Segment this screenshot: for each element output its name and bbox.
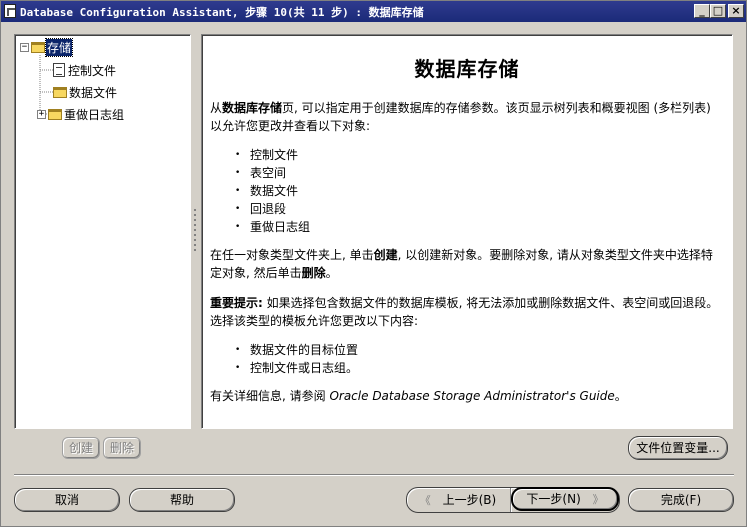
list-item: 回退段 [235, 200, 310, 218]
object-list: 控制文件 表空间 数据文件 回退段 重做日志组 [235, 146, 310, 236]
collapse-icon[interactable]: − [20, 42, 29, 52]
help-button[interactable]: 帮助 [129, 488, 235, 512]
app-icon [4, 4, 16, 18]
tree-node-label[interactable]: 数据文件 [68, 84, 118, 101]
list-item: 控制文件或日志组。 [235, 359, 358, 377]
create-button[interactable]: 创建 [62, 437, 100, 459]
list-item: 表空间 [235, 164, 310, 182]
list-item: 数据文件的目标位置 [235, 341, 358, 359]
storage-tree[interactable]: − 存储 控制文件 数据文件 + 重做日志组 [14, 34, 191, 429]
next-button[interactable]: 下一步(N) 》 [511, 487, 619, 511]
changeable-list: 数据文件的目标位置 控制文件或日志组。 [235, 341, 358, 377]
folder-open-icon [31, 41, 45, 53]
close-button[interactable]: × [728, 4, 744, 18]
folder-icon [48, 108, 62, 120]
tree-node-label[interactable]: 存储 [44, 37, 74, 57]
file-location-variables-button[interactable]: 文件位置变量... [628, 436, 728, 460]
maximize-button[interactable]: □ [710, 4, 726, 18]
help-content-panel: 数据库存储 从数据库存储页, 可以指定用于创建数据库的存储参数。该页显示树列表和… [201, 34, 733, 429]
delete-button[interactable]: 删除 [103, 437, 141, 459]
back-button[interactable]: 《 上一步(B) [407, 488, 509, 512]
next-arrow-icon: 》 [592, 493, 604, 506]
minimize-button[interactable]: _ [694, 4, 710, 18]
document-icon [53, 63, 65, 77]
tree-node-control-files[interactable]: 控制文件 [53, 61, 117, 79]
intro-paragraph: 从数据库存储页, 可以指定用于创建数据库的存储参数。该页显示树列表和概要视图 (… [210, 101, 711, 133]
tree-node-label[interactable]: 控制文件 [67, 62, 117, 79]
page-title: 数据库存储 [414, 57, 520, 81]
tree-node-label[interactable]: 重做日志组 [63, 106, 125, 123]
cancel-button[interactable]: 取消 [14, 488, 120, 512]
expand-icon[interactable]: + [37, 109, 46, 119]
tree-node-data-files[interactable]: 数据文件 [53, 83, 118, 101]
list-item: 重做日志组 [235, 218, 310, 236]
tree-node-storage[interactable]: − 存储 [20, 37, 74, 57]
list-item: 数据文件 [235, 182, 310, 200]
create-delete-paragraph: 在任一对象类型文件夹上, 单击创建, 以创建新对象。要删除对象, 请从对象类型文… [210, 248, 713, 280]
finish-button[interactable]: 完成(F) [628, 488, 734, 512]
panel-splitter[interactable] [193, 206, 197, 276]
important-note-paragraph: 重要提示: 如果选择包含数据文件的数据库模板, 将无法添加或删除数据文件、表空间… [210, 296, 719, 328]
dbca-window: Database Configuration Assistant, 步骤 10(… [0, 0, 747, 527]
window-title: Database Configuration Assistant, 步骤 10(… [20, 6, 424, 19]
more-info-paragraph: 有关详细信息, 请参阅 Oracle Database Storage Admi… [210, 389, 627, 403]
separator [14, 474, 734, 476]
back-arrow-icon: 《 [419, 494, 431, 507]
tree-node-redo-log-groups[interactable]: + 重做日志组 [37, 105, 125, 123]
folder-icon [53, 86, 67, 98]
list-item: 控制文件 [235, 146, 310, 164]
title-bar[interactable]: Database Configuration Assistant, 步骤 10(… [1, 1, 746, 22]
